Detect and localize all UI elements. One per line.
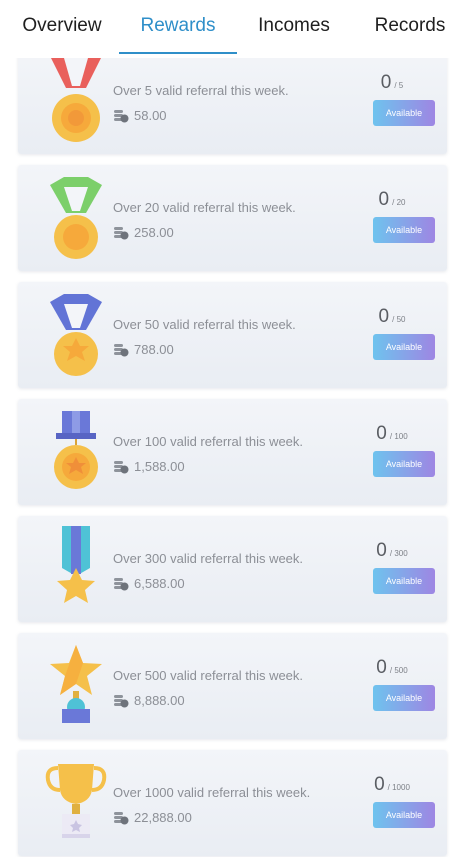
- reward-description: Over 5 valid referral this week.: [113, 83, 289, 98]
- coins-icon: [114, 577, 129, 590]
- progress-target-value: 500: [394, 666, 408, 675]
- reward-progress: 0/ 300: [337, 540, 447, 562]
- reward-amount-row: 8,888.00: [113, 693, 185, 708]
- reward-description: Over 100 valid referral this week.: [113, 434, 304, 449]
- coins-icon: [114, 811, 129, 824]
- tab-incomes[interactable]: Incomes: [250, 12, 338, 40]
- reward-progress: 0/ 5: [337, 72, 447, 94]
- reward-card: Over 5 valid referral this week. 58.00 0…: [18, 48, 447, 154]
- reward-card: Over 300 valid referral this week. 6,588…: [18, 516, 447, 622]
- progress-target: / 1000: [387, 783, 410, 792]
- progress-count: 0: [380, 72, 392, 93]
- reward-amount: 258.00: [134, 225, 174, 240]
- progress-target-value: 5: [398, 81, 404, 90]
- coins-icon: [114, 343, 129, 356]
- reward-description: Over 50 valid referral this week.: [113, 317, 296, 332]
- progress-count: 0: [378, 189, 390, 210]
- active-tab-indicator: [119, 52, 237, 54]
- reward-amount: 6,588.00: [134, 576, 185, 591]
- tab-records[interactable]: Records: [370, 12, 450, 40]
- tab-rewards[interactable]: Rewards: [129, 12, 227, 40]
- coins-icon: [114, 694, 129, 707]
- star-trophy-icon: [36, 633, 116, 739]
- blue-ribbon-medal-icon: [36, 282, 116, 388]
- progress-target-value: 1000: [392, 783, 410, 792]
- reward-amount: 788.00: [134, 342, 174, 357]
- progress-target: / 500: [389, 666, 408, 675]
- reward-progress: 0/ 50: [337, 306, 447, 328]
- red-ribbon-medal-icon: [36, 48, 116, 154]
- progress-target: / 50: [392, 315, 406, 324]
- tab-overview[interactable]: Overview: [18, 12, 106, 40]
- progress-count: 0: [374, 774, 385, 795]
- reward-amount: 1,588.00: [134, 459, 185, 474]
- reward-description: Over 1000 valid referral this week.: [113, 785, 311, 800]
- progress-target-value: 50: [396, 315, 406, 324]
- coins-icon: [114, 226, 129, 239]
- reward-amount-row: 788.00: [113, 342, 174, 357]
- reward-progress: 0/ 500: [337, 657, 447, 679]
- reward-amount-row: 1,588.00: [113, 459, 185, 474]
- reward-description: Over 20 valid referral this week.: [113, 200, 296, 215]
- reward-progress: 0/ 20: [337, 189, 447, 211]
- progress-count: 0: [376, 540, 387, 561]
- progress-target-value: 100: [394, 432, 408, 441]
- star-ribbon-icon: [36, 516, 116, 622]
- reward-amount: 8,888.00: [134, 693, 185, 708]
- progress-target: / 5: [394, 81, 404, 90]
- reward-card: Over 100 valid referral this week. 1,588…: [18, 399, 447, 505]
- reward-amount-row: 258.00: [113, 225, 174, 240]
- available-button[interactable]: Available: [373, 217, 435, 243]
- tab-bar: Overview Rewards Incomes Records: [0, 0, 465, 58]
- progress-count: 0: [376, 423, 387, 444]
- gold-cup-trophy-icon: [36, 750, 116, 856]
- progress-target-value: 300: [394, 549, 408, 558]
- progress-count: 0: [378, 306, 390, 327]
- reward-card: Over 500 valid referral this week. 8,888…: [18, 633, 447, 739]
- star-medal-icon: [36, 399, 116, 505]
- available-button[interactable]: Available: [373, 685, 435, 711]
- reward-card: Over 1000 valid referral this week. 22,8…: [18, 750, 447, 856]
- reward-description: Over 300 valid referral this week.: [113, 551, 304, 566]
- progress-count: 0: [376, 657, 387, 678]
- coins-icon: [114, 109, 129, 122]
- reward-amount: 58.00: [134, 108, 167, 123]
- green-ribbon-medal-icon: [36, 165, 116, 271]
- reward-amount-row: 22,888.00: [113, 810, 192, 825]
- coins-icon: [114, 460, 129, 473]
- reward-progress: 0/ 1000: [337, 774, 447, 796]
- reward-card: Over 50 valid referral this week. 788.00…: [18, 282, 447, 388]
- reward-amount-row: 6,588.00: [113, 576, 185, 591]
- reward-amount-row: 58.00: [113, 108, 167, 123]
- available-button[interactable]: Available: [373, 451, 435, 477]
- progress-target: / 300: [389, 549, 408, 558]
- progress-target: / 100: [389, 432, 408, 441]
- available-button[interactable]: Available: [373, 334, 435, 360]
- available-button[interactable]: Available: [373, 568, 435, 594]
- reward-progress: 0/ 100: [337, 423, 447, 445]
- reward-card: Over 20 valid referral this week. 258.00…: [18, 165, 447, 271]
- reward-description: Over 500 valid referral this week.: [113, 668, 304, 683]
- available-button[interactable]: Available: [373, 100, 435, 126]
- rewards-list[interactable]: Over 5 valid referral this week. 58.00 0…: [0, 0, 465, 857]
- available-button[interactable]: Available: [373, 802, 435, 828]
- reward-amount: 22,888.00: [134, 810, 192, 825]
- progress-target: / 20: [392, 198, 406, 207]
- progress-target-value: 20: [396, 198, 406, 207]
